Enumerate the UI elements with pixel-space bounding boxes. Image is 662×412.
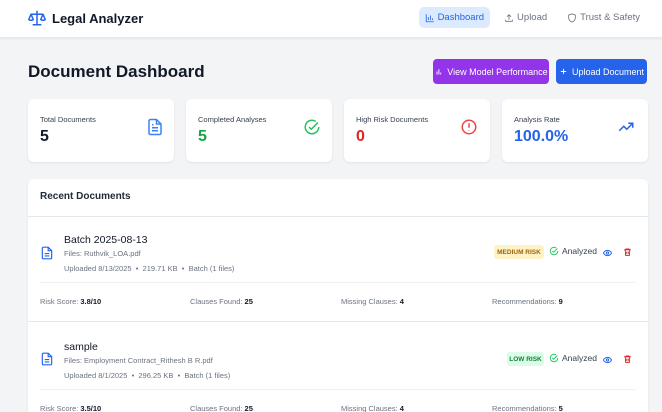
file-size: 219.71 KB	[142, 264, 178, 273]
metric-missing-clauses: Missing Clauses: 4	[341, 297, 404, 306]
eye-icon[interactable]	[603, 355, 612, 365]
status-label: Analyzed	[562, 246, 597, 256]
metric-value: 5	[558, 404, 563, 412]
divider	[40, 389, 636, 390]
check-circle-icon	[549, 353, 559, 363]
metric-label: Missing Clauses:	[341, 404, 398, 412]
trash-icon[interactable]	[623, 247, 632, 257]
trash-icon[interactable]	[623, 354, 632, 364]
separator: •	[181, 264, 185, 273]
batch-info: Batch (1 files)	[188, 264, 235, 273]
metric-recommendations: Recommendations: 5	[492, 404, 563, 412]
document-files: Files: Ruthvik_LOA.pdf	[64, 249, 141, 258]
recent-documents-title: Recent Documents	[40, 191, 131, 202]
metric-label: Risk Score:	[40, 404, 79, 412]
stat-total-documents: Total Documents 5	[28, 99, 174, 162]
nav-upload-label: Upload	[517, 12, 548, 23]
file-size: 296.25 KB	[138, 371, 174, 380]
metric-missing-clauses: Missing Clauses: 4	[341, 404, 404, 412]
separator: •	[131, 371, 135, 380]
nav-upload[interactable]: Upload	[498, 7, 553, 28]
stat-value: 5	[198, 128, 207, 145]
brand[interactable]: Legal Analyzer	[28, 9, 143, 27]
nav-trust-safety-label: Trust & Safety	[580, 12, 640, 23]
metric-value: 9	[558, 297, 563, 306]
top-navbar: Legal Analyzer Dashboard Upload Trust & …	[0, 0, 662, 38]
risk-badge: LOW RISK	[507, 352, 544, 366]
scales-icon	[28, 10, 46, 26]
divider	[40, 282, 636, 283]
metric-label: Clauses Found:	[190, 297, 243, 306]
document-icon	[148, 118, 162, 136]
stat-label: Total Documents	[40, 115, 96, 124]
separator: •	[135, 264, 139, 273]
metric-clauses-found: Clauses Found: 25	[190, 297, 253, 306]
metric-value: 3.8/10	[80, 297, 102, 306]
metric-clauses-found: Clauses Found: 25	[190, 404, 253, 412]
batch-info: Batch (1 files)	[184, 371, 231, 380]
status-label: Analyzed	[562, 353, 597, 363]
eye-icon[interactable]	[603, 248, 612, 258]
plus-icon	[560, 68, 567, 75]
check-circle-icon	[304, 119, 320, 135]
stat-value: 0	[356, 128, 365, 145]
metric-label: Recommendations:	[492, 297, 557, 306]
metric-value: 25	[244, 297, 253, 306]
nav-dashboard[interactable]: Dashboard	[418, 7, 491, 28]
document-files: Files: Employment Contract_Rithesh B R.p…	[64, 356, 213, 365]
metric-value: 25	[244, 404, 253, 412]
page-title: Document Dashboard	[28, 62, 205, 81]
main-nav: Dashboard Upload Trust & Safety	[418, 7, 646, 28]
metric-label: Recommendations:	[492, 404, 557, 412]
metric-label: Risk Score:	[40, 297, 79, 306]
stat-completed-analyses: Completed Analyses 5	[186, 99, 332, 162]
bar-chart-icon	[425, 13, 434, 22]
metric-value: 4	[399, 404, 404, 412]
stat-label: High Risk Documents	[356, 115, 429, 124]
stat-analysis-rate: Analysis Rate 100.0%	[502, 99, 648, 162]
document-meta: Uploaded 8/1/2025 • 296.25 KB • Batch (1…	[64, 371, 230, 380]
document-icon	[41, 352, 53, 366]
stat-value: 100.0%	[514, 128, 569, 145]
stat-label: Analysis Rate	[514, 115, 560, 124]
stat-label: Completed Analyses	[198, 115, 267, 124]
view-model-performance-label: View Model Performance	[447, 66, 548, 77]
alert-circle-icon	[461, 119, 477, 135]
status-analyzed: Analyzed	[549, 353, 597, 363]
stat-high-risk-documents: High Risk Documents 0	[344, 99, 490, 162]
document-name[interactable]: Batch 2025-08-13	[64, 234, 147, 246]
view-model-performance-button[interactable]: View Model Performance	[433, 59, 549, 84]
metric-risk-score: Risk Score: 3.5/10	[40, 404, 101, 412]
divider	[28, 216, 648, 217]
upload-date: Uploaded 8/1/2025	[64, 371, 128, 380]
divider	[28, 321, 648, 322]
metric-value: 3.5/10	[80, 404, 102, 412]
document-name[interactable]: sample	[64, 341, 98, 353]
metric-label: Missing Clauses:	[341, 297, 398, 306]
document-icon	[41, 246, 53, 260]
metric-recommendations: Recommendations: 9	[492, 297, 563, 306]
document-meta: Uploaded 8/13/2025 • 219.71 KB • Batch (…	[64, 264, 234, 273]
nav-trust-safety[interactable]: Trust & Safety	[561, 7, 646, 28]
upload-document-button[interactable]: Upload Document	[556, 59, 647, 84]
separator: •	[177, 371, 181, 380]
metric-label: Clauses Found:	[190, 404, 243, 412]
metric-value: 4	[399, 297, 404, 306]
risk-badge: MEDIUM RISK	[494, 245, 544, 259]
upload-document-label: Upload Document	[571, 66, 645, 77]
upload-date: Uploaded 8/13/2025	[64, 264, 132, 273]
upload-icon	[505, 13, 513, 22]
stat-value: 5	[40, 128, 49, 145]
shield-icon	[568, 12, 576, 23]
status-analyzed: Analyzed	[549, 246, 597, 256]
recent-documents-panel: Recent Documents Batch 2025-08-13 Files:…	[28, 179, 648, 412]
bar-chart-icon	[436, 69, 442, 75]
brand-name: Legal Analyzer	[52, 10, 144, 26]
metric-risk-score: Risk Score: 3.8/10	[40, 297, 101, 306]
check-circle-icon	[549, 246, 559, 256]
trending-up-icon	[618, 122, 634, 132]
nav-dashboard-label: Dashboard	[437, 12, 485, 23]
